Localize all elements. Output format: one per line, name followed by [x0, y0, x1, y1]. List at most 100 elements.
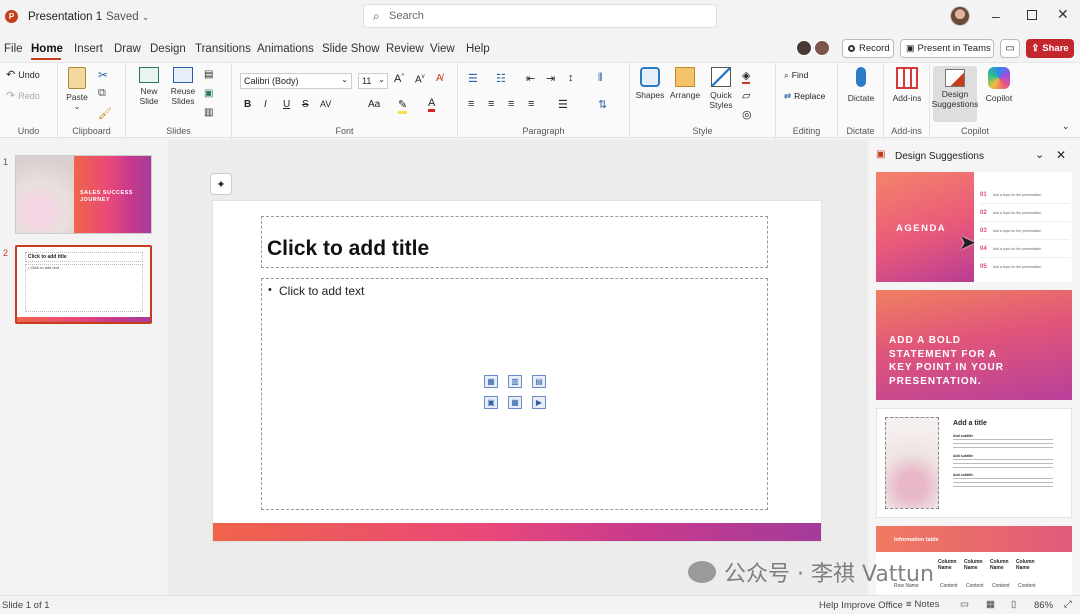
text-direction-icon[interactable]: ⇅	[598, 98, 607, 111]
minimize-icon[interactable]: –	[992, 8, 1000, 24]
redo-button[interactable]: ↷ Redo	[6, 89, 40, 102]
design-suggestion-bold-statement[interactable]: ADD A BOLD STATEMENT FOR A KEY POINT IN …	[876, 290, 1072, 400]
align-left-icon[interactable]: ≡	[468, 98, 474, 110]
increase-indent-icon[interactable]: ⇥	[546, 72, 555, 85]
arrange-button[interactable]: Arrange	[668, 67, 702, 100]
strikethrough-button[interactable]: S	[302, 99, 309, 110]
shape-fill-icon[interactable]: ◈	[742, 69, 751, 84]
insert-chart-icon[interactable]: ▥	[508, 375, 522, 388]
highlight-icon[interactable]: ✎	[398, 98, 408, 114]
decrease-indent-icon[interactable]: ⇤	[526, 72, 535, 85]
share-button[interactable]: ⇪ Share	[1026, 39, 1074, 58]
insert-smartart-icon[interactable]: ▤	[532, 375, 546, 388]
insert-stock-images-icon[interactable]: ▦	[508, 396, 522, 409]
tab-insert[interactable]: Insert	[74, 43, 103, 55]
reading-view-icon[interactable]: ▯	[1011, 599, 1016, 610]
reuse-slides-button[interactable]: Reuse Slides	[166, 67, 200, 106]
increase-font-icon[interactable]: A^	[394, 73, 404, 85]
copy-icon[interactable]: ⧉	[98, 87, 106, 100]
avatar	[814, 40, 830, 56]
design-suggestion-agenda[interactable]: AGENDA ➤ 01 Add a topic for the presentat…	[876, 172, 1072, 282]
distributed-icon[interactable]: ☰	[558, 98, 568, 111]
active-tab-underline	[31, 58, 61, 60]
numbering-icon[interactable]: ☷	[496, 72, 506, 85]
dictate-button[interactable]: Dictate	[842, 67, 880, 103]
reset-icon[interactable]: ▣	[204, 88, 213, 99]
chevron-down-icon[interactable]: ⌄	[1035, 148, 1044, 161]
maximize-icon[interactable]	[1027, 10, 1037, 20]
bullets-icon[interactable]: ☰	[468, 72, 478, 85]
help-improve-office[interactable]: Help Improve Office	[819, 600, 903, 611]
bold-button[interactable]: B	[244, 99, 251, 110]
design-suggestion-title-image[interactable]: Add a title Add subtitle Add subtitle Ad…	[876, 408, 1072, 518]
saved-status[interactable]: Saved ⌄	[106, 11, 149, 23]
document-title[interactable]: Presentation 1	[28, 11, 102, 23]
clear-format-icon[interactable]: A̸	[436, 73, 443, 84]
character-spacing-button[interactable]: AV	[320, 99, 331, 109]
paste-button[interactable]: Paste ⌄	[64, 67, 90, 112]
tab-file[interactable]: File	[4, 43, 23, 55]
tab-help[interactable]: Help	[466, 43, 490, 55]
fit-to-window-icon[interactable]: ⤢	[1064, 599, 1072, 610]
tab-design[interactable]: Design	[150, 43, 186, 55]
close-pane-icon[interactable]: ✕	[1056, 148, 1066, 162]
decrease-font-icon[interactable]: Av	[415, 74, 425, 85]
italic-button[interactable]: I	[264, 99, 267, 110]
tab-animations[interactable]: Animations	[257, 43, 314, 55]
align-right-icon[interactable]: ≡	[508, 98, 514, 110]
title-placeholder[interactable]: Click to add title	[261, 216, 768, 268]
chevron-down-icon: ⌄	[141, 12, 150, 22]
design-suggestions-button[interactable]: Design Suggestions	[932, 66, 978, 122]
zoom-level[interactable]: 86%	[1034, 600, 1053, 611]
font-color-icon[interactable]: A	[428, 97, 436, 112]
copilot-button[interactable]: Copilot	[980, 67, 1018, 103]
font-name-select[interactable]: Calibri (Body) ⌄	[240, 73, 352, 89]
cut-icon[interactable]: ✂	[98, 68, 108, 82]
collapse-ribbon-icon[interactable]: ⌄	[1062, 121, 1070, 132]
comments-button[interactable]: ▭	[1000, 39, 1020, 58]
copilot-slide-button[interactable]: ✦	[210, 173, 232, 195]
align-center-icon[interactable]: ≡	[488, 98, 494, 110]
underline-button[interactable]: U	[283, 99, 290, 110]
content-placeholder[interactable]: • Click to add text ▦ ▥ ▤ ▣ ▦ ▶	[261, 278, 768, 510]
shape-outline-icon[interactable]: ▱	[742, 89, 750, 102]
normal-view-icon[interactable]: ▭	[960, 599, 969, 610]
tab-draw[interactable]: Draw	[114, 43, 141, 55]
shape-effects-icon[interactable]: ◎	[742, 108, 752, 121]
tab-slide-show[interactable]: Slide Show	[322, 43, 380, 55]
columns-icon[interactable]: ⫴	[598, 72, 603, 85]
line-spacing-icon[interactable]: ↕	[568, 72, 574, 84]
font-name-value: Calibri (Body)	[244, 76, 299, 86]
slide-thumbnail-2[interactable]: Click to add title • Click to add text	[15, 245, 152, 324]
present-in-teams-button[interactable]: ▣ Present in Teams	[900, 39, 994, 58]
font-size-select[interactable]: 11 ⌄	[358, 73, 388, 89]
insert-picture-icon[interactable]: ▣	[484, 396, 498, 409]
undo-button[interactable]: ↶ Undo	[6, 68, 40, 81]
replace-button[interactable]: ⇄ Replace	[784, 91, 825, 102]
collaborator-avatars[interactable]	[796, 40, 832, 58]
avatar[interactable]	[950, 6, 970, 26]
tab-home[interactable]: Home	[31, 43, 63, 55]
new-slide-button[interactable]: New Slide	[132, 67, 166, 106]
tab-transitions[interactable]: Transitions	[195, 43, 251, 55]
addins-button[interactable]: Add-ins	[888, 67, 926, 103]
insert-video-icon[interactable]: ▶	[532, 396, 546, 409]
justify-icon[interactable]: ≡	[528, 98, 534, 110]
change-case-button[interactable]: Aa	[368, 99, 380, 110]
find-button[interactable]: ⌕ Find	[784, 70, 808, 81]
slide-sorter-icon[interactable]: ▦	[986, 599, 995, 610]
notes-button[interactable]: ≡ Notes	[906, 599, 939, 610]
slide-thumbnail-1[interactable]: SALES SUCCESS JOURNEY	[15, 155, 152, 234]
tab-view[interactable]: View	[430, 43, 455, 55]
shapes-button[interactable]: Shapes	[634, 67, 666, 100]
tab-review[interactable]: Review	[386, 43, 424, 55]
insert-table-icon[interactable]: ▦	[484, 375, 498, 388]
section-icon[interactable]: ▥	[204, 107, 213, 118]
close-icon[interactable]: ✕	[1057, 6, 1069, 23]
format-painter-icon[interactable]: 🖌	[98, 107, 112, 120]
search-box[interactable]: ⌕ Search	[363, 4, 717, 28]
record-button[interactable]: Record	[842, 39, 894, 58]
layout-icon[interactable]: ▤	[204, 69, 213, 80]
quick-styles-button[interactable]: Quick Styles	[704, 67, 738, 110]
chevron-down-icon: ⌄	[378, 75, 385, 84]
